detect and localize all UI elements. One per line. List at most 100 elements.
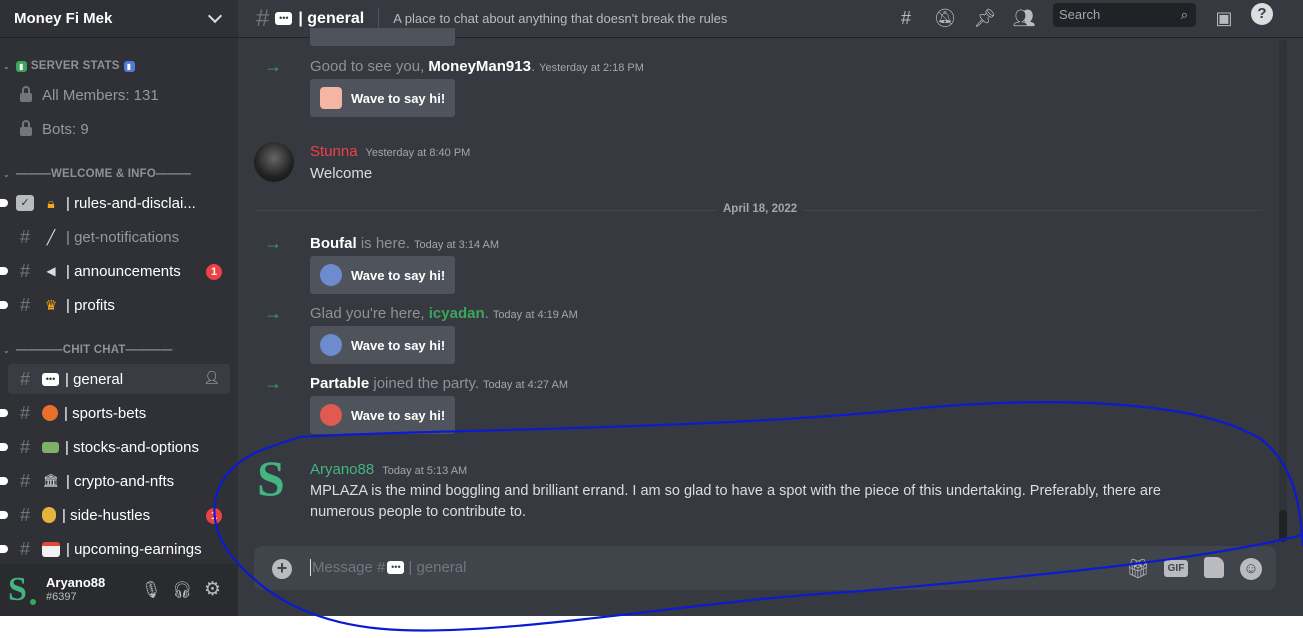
hashtag-icon: # <box>19 260 30 281</box>
date-divider-label: April 18, 2022 <box>717 203 804 215</box>
notification-mute-icon[interactable]: 🔕︎ <box>932 5 958 31</box>
search-placeholder: Search <box>1059 7 1101 22</box>
mention-badge: 1 <box>206 264 222 280</box>
category-chit-chat[interactable]: ⌄ ————CHIT CHAT———— <box>0 341 238 359</box>
inbox-icon[interactable]: ▣ <box>1211 5 1237 31</box>
unread-indicator <box>0 301 8 309</box>
channel-announcements[interactable]: # ◀ | announcements 1 <box>0 256 230 286</box>
system-text: . <box>530 58 536 75</box>
unread-indicator <box>0 511 8 519</box>
help-icon[interactable]: ? <box>1251 3 1273 25</box>
channel-rules-and-disclaimer[interactable]: ✓ 🔒︎ | rules-and-disclai... <box>0 188 230 218</box>
message-header: Aryano88 Today at 5:13 AM <box>310 461 467 478</box>
join-arrow-icon: → <box>264 373 282 393</box>
user-info[interactable]: Aryano88 #6397 <box>46 576 105 604</box>
member-name[interactable]: Boufal <box>310 235 357 252</box>
aryano-avatar[interactable]: S <box>257 453 297 503</box>
speech-bubble-icon: ••• <box>42 372 59 386</box>
search-input[interactable]: Search ⌕ <box>1053 3 1196 27</box>
channel-side-hustles[interactable]: # | side-hustles 1 <box>0 500 230 530</box>
channel-upcoming-earnings[interactable]: # | upcoming-earnings <box>0 534 230 564</box>
hashtag-icon: # <box>19 504 30 525</box>
channel-stocks-and-options[interactable]: # | stocks-and-options <box>0 432 230 462</box>
user-tag: #6397 <box>46 591 77 603</box>
threads-icon[interactable]: # <box>893 5 919 31</box>
stunna-avatar[interactable] <box>254 142 294 182</box>
trophy-icon: ♛ <box>44 297 58 313</box>
voice-stat-all-members[interactable]: All Members: 131 <box>8 80 230 110</box>
collapse-arrow-icon: ⌄ <box>3 345 10 355</box>
wave-button[interactable]: Wave to say hi! <box>310 326 455 364</box>
channel-title: | general <box>298 9 365 27</box>
bank-icon: 🏛︎ <box>42 473 60 488</box>
channel-label: | profits <box>66 296 115 314</box>
system-message: Boufal is here. Today at 3:14 AM <box>310 235 499 252</box>
channel-get-notifications[interactable]: # ╱ | get-notifications <box>8 222 230 252</box>
all-members-label: All Members: 131 <box>42 86 159 104</box>
unread-indicator <box>0 199 8 207</box>
mute-mic-icon[interactable]: 🎙︎ <box>141 580 161 600</box>
username: Aryano88 <box>46 575 106 590</box>
voice-stat-bots[interactable]: Bots: 9 <box>8 114 230 144</box>
hashtag-icon: # <box>19 294 30 315</box>
system-text: is here. <box>356 235 411 252</box>
divider <box>378 7 380 30</box>
add-attachment-icon[interactable]: + <box>272 559 292 579</box>
wave-button[interactable]: Wave to say hi! <box>310 79 455 117</box>
member-list-icon[interactable]: 👥︎ <box>1011 5 1037 31</box>
category-label: ————CHIT CHAT———— <box>15 344 173 356</box>
channel-crypto-and-nfts[interactable]: # 🏛︎ | crypto-and-nfts <box>0 466 230 496</box>
collapse-arrow-icon: ⌄ <box>3 61 10 71</box>
category-label: ———WELCOME & INFO——— <box>15 168 192 180</box>
wave-label: Wave to say hi! <box>351 407 446 423</box>
channel-sports-bets[interactable]: # | sports-bets <box>0 398 230 428</box>
server-header[interactable]: Money Fi Mek <box>0 0 238 38</box>
gif-button[interactable]: GIF <box>1164 560 1188 577</box>
channel-label: | get-notifications <box>66 228 180 246</box>
channel-label: | sports-bets <box>64 404 147 422</box>
member-name[interactable]: Partable <box>310 375 369 392</box>
join-arrow-icon: → <box>264 233 282 253</box>
member-name[interactable]: icyadan <box>429 305 485 322</box>
timestamp: Today at 5:13 AM <box>382 465 468 477</box>
category-welcome-info[interactable]: ⌄ ———WELCOME & INFO——— <box>0 165 238 183</box>
message-composer[interactable]: + Message # ••• | general 🎁︎ GIF ☺ <box>254 546 1276 590</box>
message-input[interactable]: Message # ••• | general <box>310 559 466 576</box>
channel-label: | announcements <box>66 262 181 280</box>
author-name[interactable]: Aryano88 <box>310 461 374 478</box>
online-status-icon <box>28 597 38 607</box>
author-name[interactable]: Stunna <box>310 143 358 160</box>
search-icon: ⌕ <box>1180 7 1188 22</box>
wave-button[interactable]: Wave to say hi! <box>310 256 455 294</box>
system-text: . <box>484 305 489 322</box>
money-bag-icon <box>42 507 56 523</box>
wave-button[interactable]: Wave to say hi! <box>310 396 455 434</box>
message-content: MPLAZA is the mind boggling and brillian… <box>310 483 1161 520</box>
robot-sticker-icon <box>320 264 342 286</box>
channel-general[interactable]: # ••• | general 👤︎ <box>8 364 230 394</box>
sticker-icon[interactable] <box>1204 557 1224 578</box>
system-text: joined the party. <box>369 375 479 392</box>
hashtag-icon: # <box>19 368 30 389</box>
emoji-icon[interactable]: ☺ <box>1240 558 1262 580</box>
gift-icon[interactable]: 🎁︎ <box>1126 557 1150 581</box>
scrollbar-thumb[interactable] <box>1279 510 1287 542</box>
chart-icon: ▮ <box>15 60 27 72</box>
chevron-down-icon[interactable] <box>207 8 223 24</box>
invite-user-icon[interactable]: 👤︎ <box>203 370 220 386</box>
scrollbar-track[interactable] <box>1279 40 1287 540</box>
placeholder-prefix: Message # <box>312 559 386 576</box>
server-name: Money Fi Mek <box>14 10 113 27</box>
category-server-stats[interactable]: ⌄ ▮ SERVER STATS ▮ <box>0 57 238 75</box>
member-name[interactable]: MoneyMan913 <box>428 58 531 75</box>
user-avatar[interactable]: S <box>8 573 38 607</box>
gear-icon[interactable]: ⚙ <box>204 578 221 601</box>
checkbox-icon: ✓ <box>16 195 34 211</box>
channel-profits[interactable]: # ♛ | profits <box>0 290 230 320</box>
system-text: Good to see you, <box>310 58 429 75</box>
pin-icon[interactable]: 📌︎ <box>972 5 998 31</box>
deafen-icon[interactable]: 🎧︎ <box>172 580 192 600</box>
wave-button-partial[interactable] <box>310 28 455 46</box>
unread-indicator <box>0 409 8 417</box>
channel-topic[interactable]: A place to chat about anything that does… <box>393 11 727 26</box>
